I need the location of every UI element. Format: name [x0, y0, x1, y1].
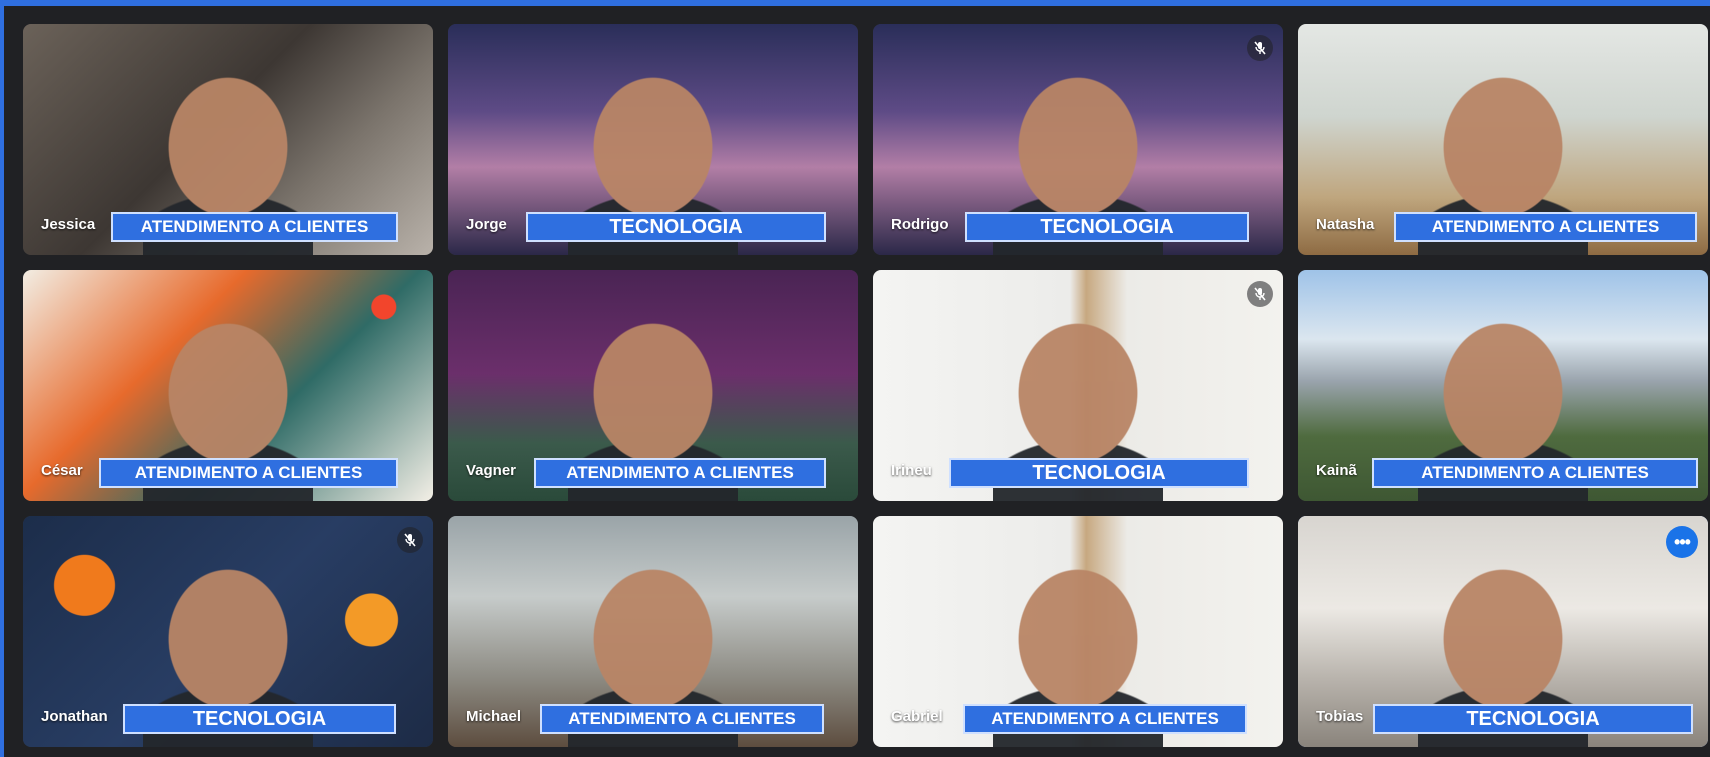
participant-name: César: [41, 462, 83, 479]
participant-tile[interactable]: Natasha ATENDIMENTO A CLIENTES: [1298, 24, 1708, 255]
mic-off-icon: [397, 527, 423, 553]
participant-tile[interactable]: Jonathan TECNOLOGIA: [23, 516, 433, 747]
team-label: ATENDIMENTO A CLIENTES: [99, 458, 398, 488]
team-label: TECNOLOGIA: [965, 212, 1249, 242]
team-label: ATENDIMENTO A CLIENTES: [540, 704, 824, 734]
team-label: ATENDIMENTO A CLIENTES: [111, 212, 398, 242]
participant-tile[interactable]: Vagner ATENDIMENTO A CLIENTES: [448, 270, 858, 501]
mic-off-icon: [1247, 281, 1273, 307]
participant-tile[interactable]: César ATENDIMENTO A CLIENTES: [23, 270, 433, 501]
participant-name: Tobias: [1316, 708, 1364, 725]
participant-name: Kainã: [1316, 462, 1357, 479]
participant-name: Jonathan: [41, 708, 108, 725]
participant-tile[interactable]: Michael ATENDIMENTO A CLIENTES: [448, 516, 858, 747]
participant-name: Jorge: [466, 216, 507, 233]
participant-name: Gabriel: [891, 708, 943, 725]
team-label: ATENDIMENTO A CLIENTES: [1394, 212, 1697, 242]
participant-name: Michael: [466, 708, 522, 725]
participant-tile-active[interactable]: Tobias TECNOLOGIA •••: [1298, 516, 1708, 747]
team-label: TECNOLOGIA: [526, 212, 826, 242]
participant-name: Jessica: [41, 216, 96, 233]
participant-tile[interactable]: Jessica ATENDIMENTO A CLIENTES: [23, 24, 433, 255]
participant-tile[interactable]: Gabriel ATENDIMENTO A CLIENTES: [873, 516, 1283, 747]
participant-name: Rodrigo: [891, 216, 949, 233]
participant-grid: Jessica ATENDIMENTO A CLIENTES Jorge TEC…: [23, 24, 1708, 747]
participant-tile[interactable]: Rodrigo TECNOLOGIA: [873, 24, 1283, 255]
participant-tile[interactable]: Kainã ATENDIMENTO A CLIENTES: [1298, 270, 1708, 501]
team-label: ATENDIMENTO A CLIENTES: [1372, 458, 1698, 488]
meeting-stage: Jessica ATENDIMENTO A CLIENTES Jorge TEC…: [4, 6, 1710, 757]
participant-name: Natasha: [1316, 216, 1375, 233]
mic-off-icon: [1247, 35, 1273, 61]
team-label: TECNOLOGIA: [1373, 704, 1693, 734]
team-label: TECNOLOGIA: [949, 458, 1249, 488]
participant-name: Irineu: [891, 462, 932, 479]
team-label: TECNOLOGIA: [123, 704, 396, 734]
more-options-icon[interactable]: •••: [1666, 526, 1698, 558]
team-label: ATENDIMENTO A CLIENTES: [534, 458, 826, 488]
participant-tile[interactable]: Irineu TECNOLOGIA: [873, 270, 1283, 501]
participant-name: Vagner: [466, 462, 517, 479]
participant-tile[interactable]: Jorge TECNOLOGIA: [448, 24, 858, 255]
team-label: ATENDIMENTO A CLIENTES: [963, 704, 1247, 734]
